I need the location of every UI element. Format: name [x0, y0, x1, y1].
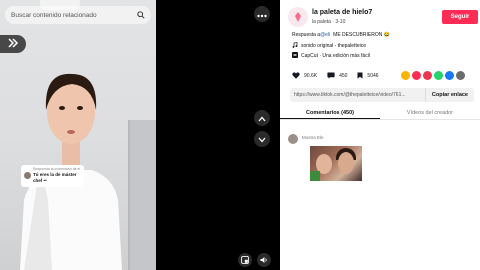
image-face-right: [338, 152, 354, 174]
search-icon[interactable]: [136, 11, 145, 20]
volume-button[interactable]: [257, 253, 271, 267]
avatar[interactable]: [288, 134, 298, 144]
author-header: la paleta de hielo7 la paleta · 3-10 Seg…: [288, 7, 478, 29]
image-corner: [310, 171, 320, 181]
sound-name[interactable]: sonido original - thepaletteice: [301, 43, 366, 49]
next-video-button[interactable]: [254, 131, 270, 147]
bookmark-icon: [357, 72, 367, 81]
picture-in-picture-button[interactable]: [238, 253, 252, 267]
reply-avatar: [24, 172, 31, 179]
share-repost-icon[interactable]: [423, 71, 432, 80]
tab-comments[interactable]: Comentarios (450): [280, 107, 380, 119]
description-prefix: Respuesta a: [292, 32, 321, 38]
description-mention[interactable]: @eli: [320, 32, 330, 38]
more-options-button[interactable]: [254, 6, 270, 22]
pip-icon: [241, 251, 249, 269]
capcut-icon: [292, 52, 298, 60]
author-avatar[interactable]: [288, 7, 308, 27]
volume-icon: [260, 251, 268, 269]
music-note-icon: [292, 42, 298, 50]
capcut-label[interactable]: CapCut · Una edición más fácil: [301, 53, 370, 59]
tab-creator-videos[interactable]: Vídeos del creador: [380, 107, 480, 119]
share-more-icon[interactable]: [456, 71, 465, 80]
related-search-bar[interactable]: [5, 6, 151, 24]
expand-button[interactable]: [0, 35, 26, 53]
save-stat[interactable]: 5046: [357, 72, 379, 81]
sound-row[interactable]: sonido original - thepaletteice: [292, 42, 366, 50]
share-buttons: [401, 71, 465, 80]
description-text: ME DESCUBRIERON 😂: [333, 32, 390, 38]
panel-tabs: Comentarios (450) Vídeos del creador: [280, 107, 480, 120]
chevron-double-right-icon: [7, 35, 19, 53]
comment-username[interactable]: Mostra Ele: [302, 135, 324, 140]
reply-bubble-tail: [28, 186, 34, 190]
capcut-row[interactable]: CapCut · Una edición más fácil: [292, 52, 370, 60]
reply-comment-sticker: Respuesta al comentario de el Tú eres la…: [21, 165, 84, 187]
video-details-panel: la paleta de hielo7 la paleta · 3-10 Seg…: [280, 0, 480, 270]
chevron-down-icon: [258, 130, 266, 148]
chevron-up-icon: [258, 109, 266, 127]
reply-text: Tú eres la de máster chef ••: [33, 172, 77, 183]
more-horizontal-icon: [257, 5, 267, 23]
follow-button[interactable]: Seguir: [442, 10, 478, 24]
share-embed-icon[interactable]: [401, 71, 410, 80]
like-stat[interactable]: 90.6K: [292, 71, 318, 81]
save-count: 5046: [367, 73, 379, 79]
comment-image[interactable]: [310, 146, 362, 181]
share-link-text[interactable]: https://www.tiktok.com/@thepaletteice/vi…: [290, 92, 425, 98]
related-search-input[interactable]: [11, 11, 136, 19]
comment-icon: [327, 72, 339, 81]
comment-stat[interactable]: 450: [327, 72, 347, 81]
previous-video-button[interactable]: [254, 110, 270, 126]
facebook-icon[interactable]: [445, 71, 454, 80]
heart-icon: [292, 71, 304, 81]
whatsapp-icon[interactable]: [434, 71, 443, 80]
video-player[interactable]: Respuesta al comentario de el Tú eres la…: [0, 0, 156, 270]
share-send-icon[interactable]: [412, 71, 421, 80]
comment-count: 450: [339, 73, 348, 79]
like-count: 90.6K: [304, 73, 318, 79]
engagement-stats: 90.6K 450 5046: [292, 71, 389, 81]
share-link-row: https://www.tiktok.com/@thepaletteice/vi…: [290, 88, 474, 102]
author-name[interactable]: la paleta de hielo7: [312, 9, 372, 16]
copy-link-button[interactable]: Copiar enlace: [424, 88, 474, 102]
author-subtitle: la paleta · 3-10: [312, 19, 346, 25]
video-description: Respuesta a @eli ME DESCUBRIERON 😂: [292, 32, 390, 38]
